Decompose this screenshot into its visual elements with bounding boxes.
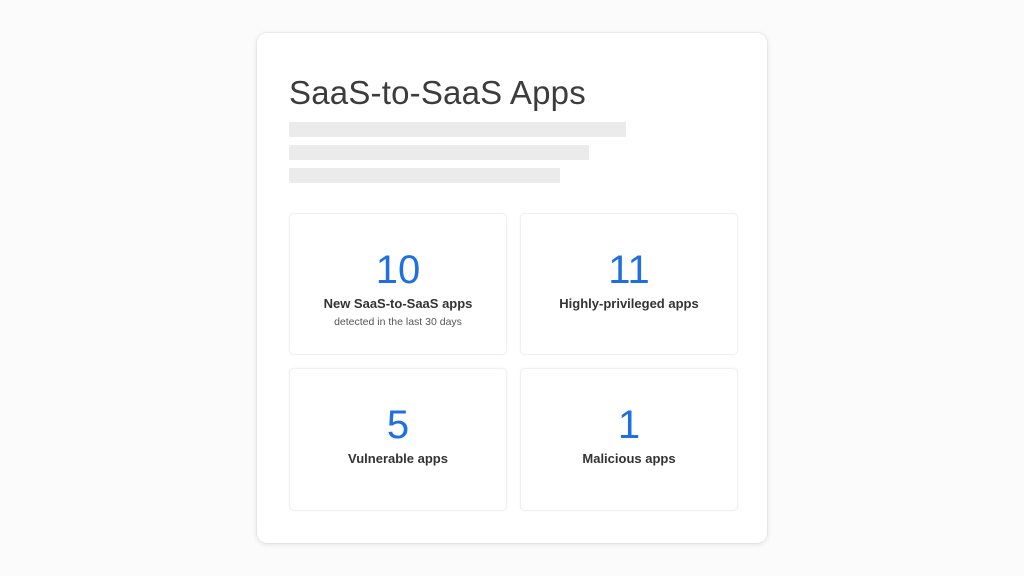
stat-label: New SaaS-to-SaaS apps xyxy=(323,296,473,311)
stat-label: Malicious apps xyxy=(582,451,676,466)
saas-apps-card: SaaS-to-SaaS Apps 10 New SaaS-to-SaaS ap… xyxy=(257,33,767,543)
stat-label: Vulnerable apps xyxy=(348,451,448,466)
stat-tile-vulnerable-apps[interactable]: 5 Vulnerable apps xyxy=(289,368,507,511)
placeholder-text-line xyxy=(289,168,560,183)
placeholder-text-line xyxy=(289,122,626,137)
card-title: SaaS-to-SaaS Apps xyxy=(289,74,586,111)
stat-tile-new-apps[interactable]: 10 New SaaS-to-SaaS apps detected in the… xyxy=(289,213,507,355)
stat-value: 1 xyxy=(617,403,641,447)
stat-value: 5 xyxy=(386,403,410,447)
stat-value: 11 xyxy=(608,248,650,292)
stat-value: 10 xyxy=(375,248,421,292)
stat-tile-malicious-apps[interactable]: 1 Malicious apps xyxy=(520,368,738,511)
stat-sublabel: detected in the last 30 days xyxy=(334,316,462,328)
placeholder-text-line xyxy=(289,145,589,160)
stat-tile-highly-privileged-apps[interactable]: 11 Highly-privileged apps xyxy=(520,213,738,355)
stat-label: Highly-privileged apps xyxy=(559,296,699,311)
